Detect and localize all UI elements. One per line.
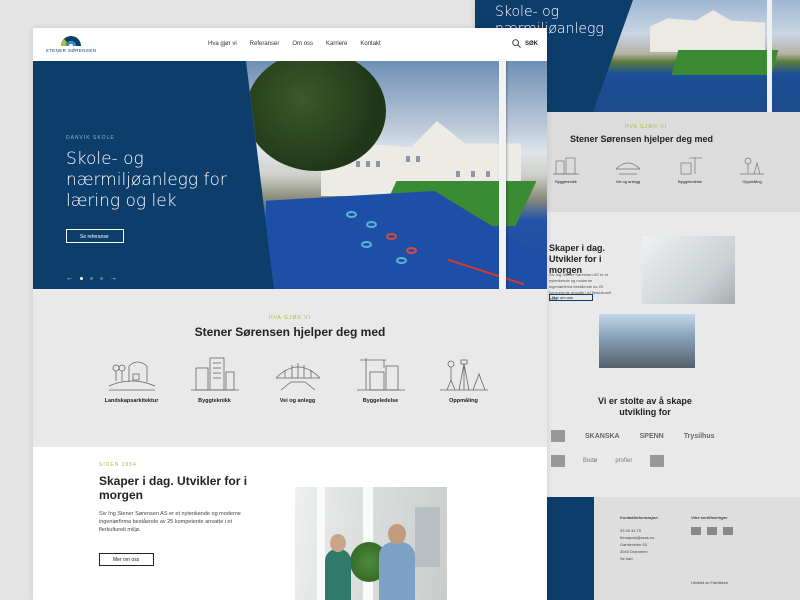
nav-karriere[interactable]: Karriere — [326, 41, 347, 47]
site-header: STENER SØRENSEN Hva gjør vi Referanser O… — [33, 28, 547, 61]
hero-carousel-pager: ← → — [66, 275, 117, 282]
back-flagpole — [767, 0, 772, 112]
client-logo — [551, 430, 565, 442]
arrow-left-icon[interactable]: ← — [66, 275, 73, 282]
nav-hva-gjor-vi[interactable]: Hva gjør vi — [208, 41, 237, 47]
back-client-logos-row1: SKANSKA SPENN Trysilhus — [551, 430, 714, 442]
back-footer-accent — [547, 497, 594, 600]
footer-certifications: Våre sertifiseringer Utviklet av Fabrikk… — [691, 514, 761, 586]
client-logo: Bodø — [583, 458, 598, 464]
services-list: Landskapsarkitektur Byggteknikk Vei og a… — [99, 354, 496, 404]
services-title: Stener Sørensen hjelper deg med — [194, 325, 386, 339]
back-clients-heading: Vi er stolte av å skape utvikling for — [598, 396, 692, 417]
back-service-item[interactable]: Byggteknikk — [545, 155, 587, 184]
crane-building-icon — [553, 157, 579, 175]
about-title: Skaper i dag. Utvikler for i morgen — [99, 474, 248, 502]
search-button[interactable]: SØK — [512, 39, 538, 48]
certification-logo — [707, 527, 717, 535]
back-service-item[interactable]: Byggeledelse — [669, 155, 711, 184]
client-logo — [551, 455, 565, 467]
about-us-button[interactable]: Mer om oss — [99, 553, 154, 566]
service-landskapsarkitektur[interactable]: Landskapsarkitektur — [99, 354, 164, 404]
landscape-architecture-icon — [108, 361, 155, 391]
back-about-button[interactable]: Mer om oss — [549, 294, 593, 301]
office-photo — [295, 487, 447, 600]
construction-icon — [680, 157, 702, 175]
about-kicker: SIDEN 1954 — [99, 462, 137, 468]
carousel-dot[interactable] — [90, 277, 93, 280]
back-meeting-room-photo — [599, 314, 695, 368]
see-reference-button[interactable]: Se referanse — [66, 229, 124, 243]
construction-management-icon — [356, 358, 405, 391]
client-logo: Trysilhus — [683, 432, 715, 440]
back-client-logos-row2: Bodø profier — [551, 455, 665, 467]
hero-kicker: DANVIK SKOLE — [66, 135, 115, 141]
nav-referanser[interactable]: Referanser — [250, 41, 280, 47]
service-vei-og-anlegg[interactable]: Vei og anlegg — [265, 354, 330, 404]
search-icon — [512, 39, 521, 48]
sun-arc-logo-icon — [61, 36, 81, 46]
back-services-kicker: HVA GJØR VI — [625, 124, 668, 130]
back-office-photo — [642, 236, 735, 304]
client-logo: profier — [615, 458, 633, 464]
back-services-heading: Stener Sørensen hjelper deg med — [570, 134, 714, 144]
back-services-icons: Byggteknikk Vei og anlegg Byggeledelse O… — [545, 155, 773, 184]
certification-logo — [691, 527, 701, 535]
arrow-right-icon[interactable]: → — [110, 275, 117, 282]
back-service-item[interactable]: Vei og anlegg — [607, 155, 649, 184]
carousel-dot[interactable] — [80, 277, 83, 280]
building-technology-icon — [190, 357, 239, 391]
certification-logo — [723, 527, 733, 535]
flagpole — [499, 61, 506, 289]
surveying-icon — [439, 359, 488, 391]
main-nav: Hva gjør vi Referanser Om oss Karriere K… — [208, 41, 381, 47]
service-byggteknikk[interactable]: Byggteknikk — [182, 354, 247, 404]
back-grass-field — [671, 50, 779, 75]
hero-section: DANVIK SKOLE Skole- og nærmiljøanlegg fo… — [33, 61, 547, 289]
road-and-bridge-icon — [275, 363, 320, 391]
client-logo: SPENN — [639, 432, 664, 440]
service-oppmaling[interactable]: Oppmåling — [431, 354, 496, 404]
hero-photo-school — [246, 61, 547, 289]
client-logo — [650, 455, 665, 467]
services-kicker: HVA GJØR VI — [268, 315, 312, 321]
client-logo: SKANSKA — [585, 432, 620, 440]
nav-om-oss[interactable]: Om oss — [292, 41, 313, 47]
nav-kontakt[interactable]: Kontakt — [360, 41, 380, 47]
service-byggeledelse[interactable]: Byggeledelse — [348, 354, 413, 404]
site-logo[interactable]: STENER SØRENSEN — [45, 34, 97, 53]
footer-contact: Kontaktinformasjon 33 26 44 70 firmapost… — [620, 515, 658, 561]
services-section: HVA GJØR VI Stener Sørensen hjelper deg … — [33, 289, 547, 447]
survey-icon — [740, 157, 764, 175]
carousel-dot[interactable] — [100, 277, 103, 280]
back-service-item[interactable]: Oppmåling — [731, 155, 773, 184]
hero-title: Skole- og nærmiljøanlegg for læring og l… — [66, 149, 227, 211]
road-bridge-icon — [615, 162, 641, 175]
about-text: Siv Ing Stener Sørensen AS er et nytenke… — [99, 511, 241, 533]
